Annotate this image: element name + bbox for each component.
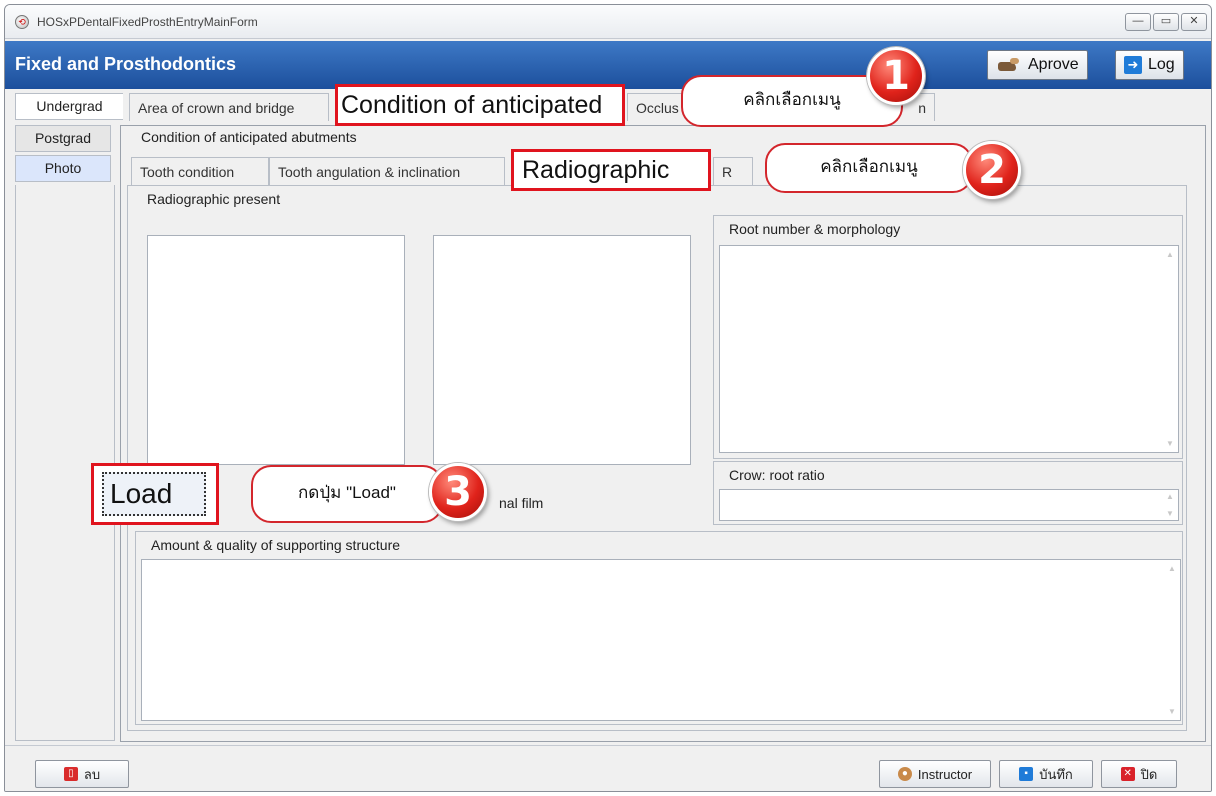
log-icon: ➜ [1124, 56, 1142, 74]
callout-1-text: คลิกเลือกเมนู [743, 90, 841, 109]
sidebar-item-photo[interactable]: Photo [15, 155, 111, 182]
footer-bar: ▯ ลบ ● Instructor ▪ บันทึก ✕ ปิด [5, 745, 1211, 791]
tab-condition-label: Condition of anticipated [341, 91, 603, 119]
close-button[interactable]: ✕ ปิด [1101, 760, 1177, 788]
structure-scroll-down-icon[interactable]: ▼ [1166, 707, 1178, 716]
supporting-structure-field[interactable]: ▲ ▼ [141, 559, 1181, 721]
radiograph-image-2 [433, 235, 691, 465]
film-label: nal film [499, 495, 544, 511]
minimize-button[interactable]: — [1125, 13, 1151, 31]
step-1-badge: 1 [867, 47, 925, 105]
subtab-more[interactable]: R [713, 157, 753, 185]
structure-scroll-up-icon[interactable]: ▲ [1166, 564, 1178, 573]
step-3-badge: 3 [429, 463, 487, 521]
sidebar-item-postgrad[interactable]: Postgrad [15, 125, 111, 152]
tab-area-of-crown-and-bridge[interactable]: Area of crown and bridge [129, 93, 329, 121]
trash-icon: ▯ [63, 767, 78, 781]
load-button-highlight: Load [91, 463, 219, 525]
root-morphology-label: Root number & morphology [729, 221, 901, 237]
crown-root-ratio-field[interactable]: ▲ ▼ [719, 489, 1179, 521]
callout-2-text: คลิกเลือกเมนู [820, 157, 918, 176]
person-icon: ● [897, 767, 912, 781]
approve-label: Aprove [1028, 56, 1079, 73]
approve-button[interactable]: Aprove [987, 50, 1088, 80]
log-label: Log [1148, 56, 1175, 73]
sidebar-item-undergrad[interactable]: Undergrad [15, 93, 123, 120]
callout-3: กดปุ่ม "Load" [251, 465, 443, 523]
root-morphology-field[interactable]: ▲ ▼ [719, 245, 1179, 453]
log-button[interactable]: ➜ Log [1115, 50, 1184, 80]
instructor-button[interactable]: ● Instructor [879, 760, 991, 788]
callout-3-text: กดปุ่ม "Load" [298, 483, 396, 502]
maximize-button[interactable]: ▭ [1153, 13, 1179, 31]
scroll-up-icon[interactable]: ▲ [1164, 250, 1176, 259]
load-button-label: Load [110, 478, 173, 509]
scroll-down-icon[interactable]: ▼ [1164, 439, 1176, 448]
close-window-button[interactable]: ✕ [1181, 13, 1207, 31]
strip-label: Condition of anticipated abutments [141, 129, 357, 145]
approve-icon [996, 58, 1022, 72]
app-window: ⟲ HOSxPDentalFixedProsthEntryMainForm — … [4, 4, 1212, 792]
window-title: HOSxPDentalFixedProsthEntryMainForm [37, 15, 258, 29]
ratio-scroll-up-icon[interactable]: ▲ [1164, 492, 1176, 501]
supporting-structure-label: Amount & quality of supporting structure [151, 537, 401, 553]
app-icon: ⟲ [15, 15, 29, 29]
floppy-disk-icon: ▪ [1019, 767, 1034, 781]
header-title: Fixed and Prosthodontics [15, 54, 237, 74]
crown-root-ratio-label: Crow: root ratio [729, 467, 825, 483]
tab-condition-of-anticipated[interactable]: Condition of anticipated [335, 84, 625, 126]
radiograph-image-1 [147, 235, 405, 465]
form-header: Fixed and Prosthodontics Aprove ➜ Log [5, 41, 1211, 89]
save-button[interactable]: ▪ บันทึก [999, 760, 1093, 788]
delete-label: ลบ [83, 766, 101, 782]
instructor-label: Instructor [917, 766, 973, 782]
step-2-badge: 2 [963, 141, 1021, 199]
save-label: บันทึก [1039, 766, 1073, 782]
delete-button[interactable]: ▯ ลบ [35, 760, 129, 788]
ratio-scroll-down-icon[interactable]: ▼ [1164, 509, 1176, 518]
load-button[interactable]: Load [102, 472, 206, 516]
radiographic-group-label: Radiographic present [147, 191, 281, 207]
subtab-tooth-angulation[interactable]: Tooth angulation & inclination [269, 157, 505, 185]
close-x-icon: ✕ [1120, 767, 1135, 781]
close-label: ปิด [1140, 766, 1158, 782]
subtab-tooth-condition[interactable]: Tooth condition [131, 157, 269, 185]
subtab-radiographic[interactable]: Radiographic [511, 149, 711, 191]
subtab-radiographic-label: Radiographic [522, 156, 670, 184]
title-bar: ⟲ HOSxPDentalFixedProsthEntryMainForm — … [5, 5, 1211, 39]
callout-2: คลิกเลือกเมนู [765, 143, 973, 193]
